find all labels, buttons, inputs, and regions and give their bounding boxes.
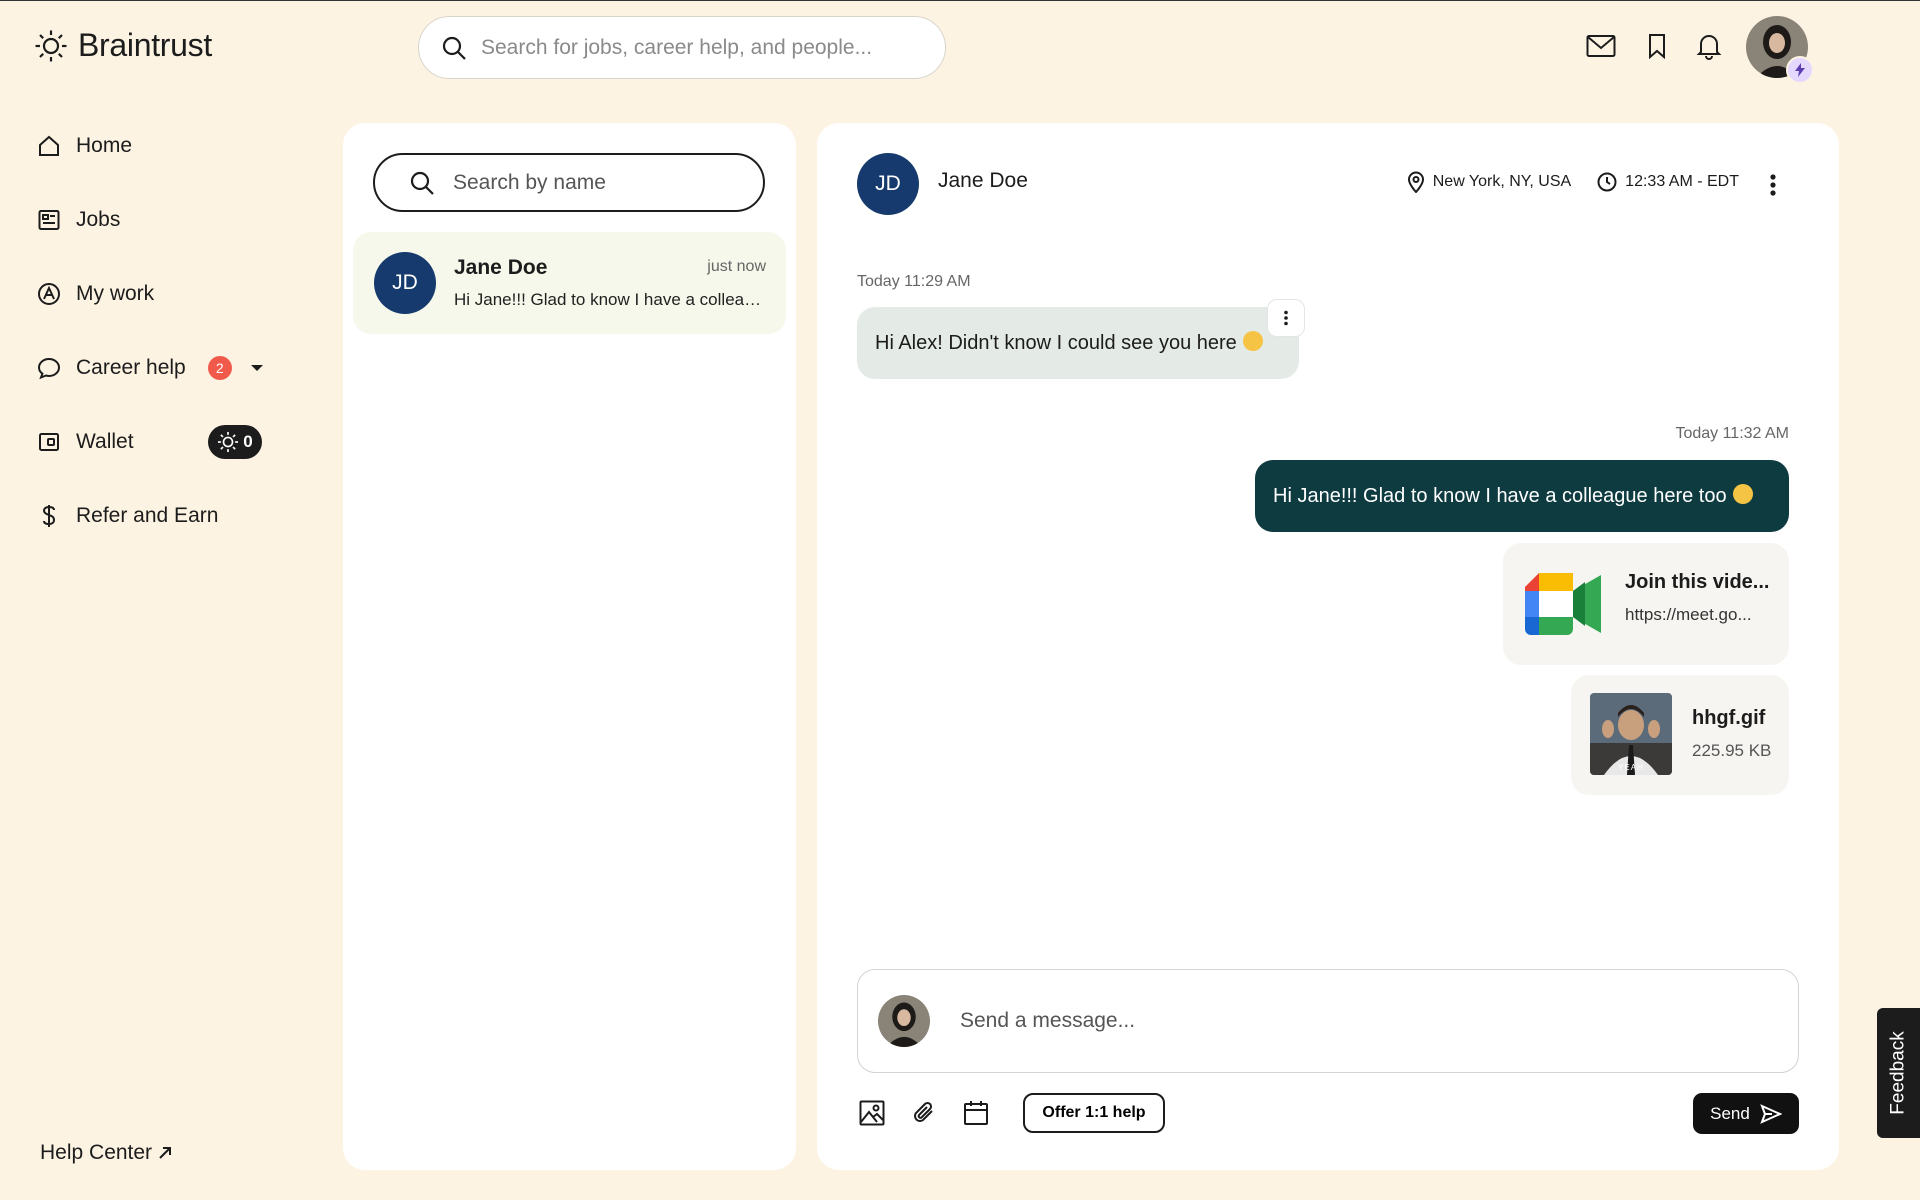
conversation-item[interactable]: JD Jane Doe just now Hi Jane!!! Glad to … (353, 232, 786, 334)
chat-contact-avatar[interactable]: JD (857, 153, 919, 215)
emoji-icon (1732, 484, 1753, 504)
video-link-attachment[interactable]: Join this vide... https://meet.go... (1503, 543, 1789, 665)
token-sun-icon (217, 431, 239, 453)
wallet-balance: 0 (243, 432, 253, 451)
attachment-title: Join this vide... (1625, 571, 1770, 593)
file-size: 225.95 KB (1692, 741, 1772, 760)
composer-toolbar: Offer 1:1 help (857, 1093, 1165, 1133)
sidebar-item-label: Career help (76, 356, 186, 379)
search-icon (409, 170, 435, 196)
chat-contact-name[interactable]: Jane Doe (938, 169, 1028, 193)
sidebar-item-label: My work (76, 282, 155, 305)
send-label: Send (1710, 1103, 1750, 1123)
sun-logo-icon (34, 29, 68, 63)
bookmark-icon[interactable] (1640, 29, 1674, 63)
calendar-icon[interactable] (961, 1098, 991, 1128)
message-text: Hi Alex! Didn't know I could see you her… (875, 331, 1237, 354)
sidebar-item-career-help[interactable]: Career help 2 (36, 343, 276, 393)
contact-local-time: 12:33 AM - EDT (1625, 173, 1739, 190)
sidebar-item-label: Refer and Earn (76, 504, 219, 527)
sidebar-item-my-work[interactable]: My work (36, 269, 276, 319)
google-meet-icon (1525, 573, 1601, 635)
help-center-label: Help Center (40, 1141, 153, 1164)
message-composer[interactable] (857, 969, 1799, 1073)
top-actions (1584, 29, 1726, 63)
sidebar-item-home[interactable]: Home (36, 121, 276, 171)
home-icon (36, 133, 62, 159)
global-search-input[interactable] (481, 35, 921, 60)
message-options-icon[interactable] (1267, 299, 1305, 337)
contact-location: New York, NY, USA (1432, 173, 1572, 190)
conversation-preview: Hi Jane!!! Glad to know I have a colleag… (454, 290, 770, 309)
wallet-balance-pill: 0 (208, 425, 262, 459)
my-avatar (878, 995, 930, 1047)
sidebar-nav: Home Jobs My work Career help 2 Wallet 0… (36, 121, 276, 565)
external-arrow-icon (158, 1146, 172, 1160)
conversation-name: Jane Doe (454, 256, 548, 279)
message-timestamp: Today 11:32 AM (1675, 425, 1789, 442)
bell-icon[interactable] (1692, 29, 1726, 63)
name-search-input[interactable] (453, 170, 753, 195)
gif-thumbnail: YEAH (1590, 693, 1672, 775)
location-pin-icon (1407, 171, 1425, 193)
offer-help-button[interactable]: Offer 1:1 help (1023, 1093, 1165, 1133)
dollar-icon (36, 503, 62, 529)
clock-icon (1597, 172, 1617, 192)
mail-icon[interactable] (1584, 29, 1618, 63)
chat-panel: JD Jane Doe New York, NY, USA 12:33 AM -… (817, 123, 1839, 1170)
chevron-down-icon[interactable] (250, 363, 264, 373)
emoji-icon (1242, 331, 1263, 351)
wallet-icon (36, 429, 62, 455)
message-timestamp: Today 11:29 AM (857, 273, 971, 290)
message-text: Hi Jane!!! Glad to know I have a colleag… (1273, 484, 1727, 507)
jobs-icon (36, 207, 62, 233)
notification-badge: 2 (207, 356, 232, 380)
brand-name: Braintrust (78, 27, 212, 63)
sidebar-item-label: Wallet (76, 430, 134, 453)
attachment-url: https://meet.go... (1625, 605, 1752, 624)
contact-avatar: JD (374, 252, 436, 314)
conversation-list-panel: JD Jane Doe just now Hi Jane!!! Glad to … (343, 123, 796, 1170)
more-options-icon[interactable] (1769, 173, 1777, 197)
name-search[interactable] (373, 153, 765, 212)
feedback-tab[interactable]: Feedback (1877, 1008, 1920, 1138)
image-upload-icon[interactable] (857, 1098, 887, 1128)
message-input[interactable] (960, 1009, 1740, 1033)
global-search[interactable] (418, 16, 946, 79)
chat-contact-meta: New York, NY, USA 12:33 AM - EDT (1407, 171, 1739, 193)
help-center-link[interactable]: Help Center (40, 1141, 172, 1165)
file-name: hhgf.gif (1692, 707, 1766, 729)
feedback-label: Feedback (1887, 1031, 1909, 1115)
sidebar-item-label: Home (76, 134, 133, 157)
brand-logo[interactable]: Braintrust (34, 27, 212, 64)
sidebar-item-wallet[interactable]: Wallet 0 (36, 417, 276, 467)
search-icon (441, 35, 467, 61)
user-avatar[interactable] (1746, 16, 1814, 84)
sidebar-item-refer-and-earn[interactable]: Refer and Earn (36, 491, 276, 541)
chat-bubble-icon (36, 355, 62, 381)
my-work-icon (36, 281, 62, 307)
conversation-time: just now (707, 258, 766, 275)
sidebar-item-label: Jobs (76, 208, 121, 231)
outgoing-message: Hi Jane!!! Glad to know I have a colleag… (1255, 460, 1789, 532)
lightning-icon (1786, 56, 1814, 84)
paperclip-icon[interactable] (909, 1098, 939, 1128)
incoming-message: Hi Alex! Didn't know I could see you her… (857, 307, 1299, 379)
send-button[interactable]: Send (1693, 1093, 1799, 1134)
sidebar-item-jobs[interactable]: Jobs (36, 195, 276, 245)
gif-file-attachment[interactable]: YEAH hhgf.gif 225.95 KB (1571, 675, 1789, 795)
gif-thumbnail-caption: YEAH (1618, 763, 1644, 772)
send-arrow-icon (1760, 1103, 1782, 1124)
